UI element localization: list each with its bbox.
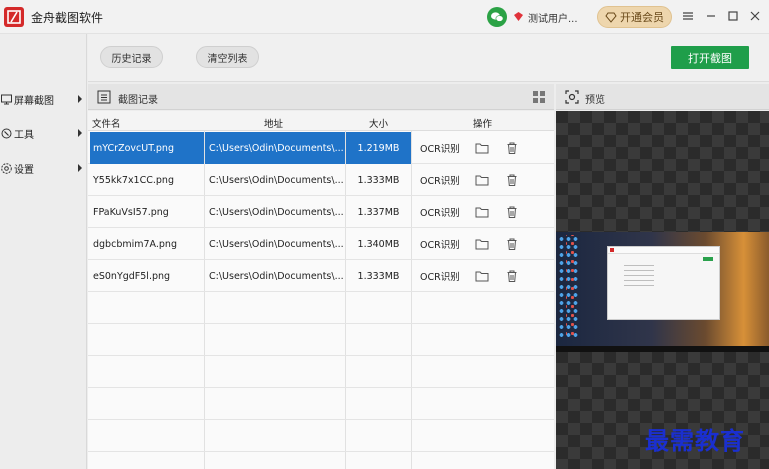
chevron-right-icon bbox=[78, 129, 82, 137]
file-name: FPaKuVsI57.png bbox=[93, 206, 169, 218]
ocr-button[interactable]: OCR识别 bbox=[420, 196, 464, 228]
close-icon[interactable] bbox=[748, 9, 762, 23]
ocr-button[interactable]: OCR识别 bbox=[420, 260, 464, 292]
column-header-actions: 操作 bbox=[473, 119, 493, 130]
menu-icon[interactable] bbox=[681, 9, 695, 23]
empty-row bbox=[88, 292, 554, 324]
trash-icon[interactable] bbox=[505, 173, 519, 187]
preview-title: 预览 bbox=[585, 95, 605, 106]
preview-icon bbox=[565, 90, 579, 104]
file-size: 1.333MB bbox=[357, 270, 400, 282]
maximize-icon[interactable] bbox=[726, 9, 740, 23]
ocr-button[interactable]: OCR识别 bbox=[420, 164, 464, 196]
chevron-right-icon bbox=[78, 95, 82, 103]
grid-view-icon[interactable] bbox=[532, 90, 546, 104]
trash-icon[interactable] bbox=[505, 269, 519, 283]
file-name: mYCrZovcUT.png bbox=[90, 132, 204, 164]
file-name: eS0nYgdF5l.png bbox=[93, 270, 171, 282]
file-name: dgbcbmim7A.png bbox=[93, 238, 177, 250]
desktop-icons bbox=[566, 235, 578, 339]
diamond-icon bbox=[605, 12, 617, 23]
thumbnail-taskbar bbox=[556, 346, 769, 352]
history-button[interactable]: 历史记录 bbox=[100, 46, 163, 68]
empty-row bbox=[88, 388, 554, 420]
file-name: Y55kk7x1CC.png bbox=[93, 174, 174, 186]
gear-icon bbox=[0, 162, 13, 175]
watermark-text: 最需教育 bbox=[645, 426, 745, 455]
table-row[interactable]: dgbcbmim7A.png C:\Users\Odin\Documents\.… bbox=[88, 228, 554, 260]
folder-icon[interactable] bbox=[475, 141, 489, 155]
ocr-button[interactable]: OCR识别 bbox=[420, 132, 464, 164]
vip-button[interactable]: 开通会员 bbox=[597, 6, 672, 28]
records-title: 截图记录 bbox=[118, 95, 158, 106]
vip-label: 开通会员 bbox=[620, 11, 664, 24]
folder-icon[interactable] bbox=[475, 269, 489, 283]
user-badge-icon bbox=[513, 11, 524, 22]
file-path: C:\Users\Odin\Documents\... bbox=[209, 270, 344, 282]
preview-header: 预览 bbox=[556, 84, 769, 110]
folder-icon[interactable] bbox=[475, 173, 489, 187]
sidebar-item-label: 设置 bbox=[14, 164, 34, 176]
wechat-icon[interactable] bbox=[487, 7, 507, 27]
file-size: 1.333MB bbox=[357, 174, 400, 186]
user-name[interactable]: 测试用户... bbox=[528, 10, 578, 25]
table-row[interactable]: Y55kk7x1CC.png C:\Users\Odin\Documents\.… bbox=[88, 164, 554, 196]
ocr-button[interactable]: OCR识别 bbox=[420, 228, 464, 260]
preview-panel bbox=[556, 111, 769, 469]
sidebar: 屏幕截图 工具 设置 bbox=[0, 34, 87, 469]
column-header-size[interactable]: 大小 bbox=[369, 116, 388, 130]
sidebar-item-settings[interactable]: 设置 bbox=[0, 157, 87, 179]
empty-row bbox=[88, 420, 554, 452]
open-capture-button[interactable]: 打开截图 bbox=[671, 46, 749, 69]
sidebar-item-screen-capture[interactable]: 屏幕截图 bbox=[0, 88, 87, 110]
file-size: 1.219MB bbox=[346, 132, 411, 164]
records-header: 截图记录 bbox=[88, 84, 554, 110]
records-table: 文件名 地址 大小 操作 mYCrZovcUT.png C:\Users\Odi… bbox=[88, 111, 554, 469]
file-path: C:\Users\Odin\Documents\... bbox=[209, 174, 344, 186]
table-header: 文件名 地址 大小 操作 bbox=[88, 111, 554, 131]
sidebar-item-tools[interactable]: 工具 bbox=[0, 122, 87, 144]
file-path: C:\Users\Odin\Documents\... bbox=[209, 238, 344, 250]
chevron-right-icon bbox=[78, 164, 82, 172]
empty-row bbox=[88, 324, 554, 356]
table-row[interactable]: eS0nYgdF5l.png C:\Users\Odin\Documents\.… bbox=[88, 260, 554, 292]
trash-icon[interactable] bbox=[505, 237, 519, 251]
screenshot-thumbnail[interactable] bbox=[556, 232, 769, 352]
toolbar: 历史记录 清空列表 打开截图 bbox=[88, 34, 769, 82]
minimize-icon[interactable] bbox=[704, 9, 718, 23]
app-title: 金舟截图软件 bbox=[31, 11, 104, 25]
list-icon bbox=[97, 90, 111, 104]
folder-icon[interactable] bbox=[475, 205, 489, 219]
file-path: C:\Users\Odin\Documents\... bbox=[209, 206, 344, 218]
screen-capture-icon bbox=[0, 93, 13, 106]
sidebar-item-label: 工具 bbox=[14, 129, 34, 141]
clear-list-button[interactable]: 清空列表 bbox=[196, 46, 259, 68]
trash-icon[interactable] bbox=[505, 141, 519, 155]
table-row[interactable]: mYCrZovcUT.png C:\Users\Odin\Documents\.… bbox=[88, 132, 554, 164]
file-size: 1.340MB bbox=[357, 238, 400, 250]
sidebar-item-label: 屏幕截图 bbox=[14, 95, 54, 107]
column-header-filename[interactable]: 文件名 bbox=[92, 116, 121, 130]
folder-icon[interactable] bbox=[475, 237, 489, 251]
title-bar: 金舟截图软件 测试用户... 开通会员 bbox=[0, 0, 769, 34]
tools-icon bbox=[0, 127, 13, 140]
app-logo-icon bbox=[4, 7, 24, 27]
empty-row bbox=[88, 356, 554, 388]
column-header-path[interactable]: 地址 bbox=[264, 116, 283, 130]
table-row[interactable]: FPaKuVsI57.png C:\Users\Odin\Documents\.… bbox=[88, 196, 554, 228]
file-path: C:\Users\Odin\Documents\... bbox=[205, 132, 345, 164]
thumbnail-app-window bbox=[607, 246, 720, 320]
trash-icon[interactable] bbox=[505, 205, 519, 219]
file-size: 1.337MB bbox=[357, 206, 400, 218]
